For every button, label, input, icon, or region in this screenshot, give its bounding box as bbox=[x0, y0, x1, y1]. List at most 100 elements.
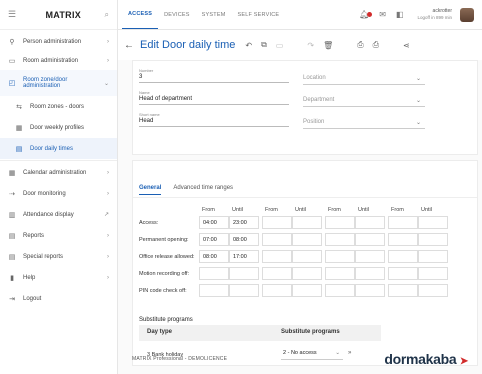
time-cell[interactable]: 04:00 bbox=[199, 216, 229, 229]
time-cell[interactable]: 08:00 bbox=[229, 233, 259, 246]
position-select[interactable]: Position ⌄ bbox=[303, 115, 425, 129]
time-cell[interactable] bbox=[418, 216, 448, 229]
time-cell[interactable] bbox=[292, 216, 322, 229]
sidebar-item-attendance-display[interactable]: ▥ Attendance display ↗ bbox=[0, 204, 117, 225]
number-field[interactable]: Number 3 bbox=[139, 68, 289, 83]
time-cell[interactable] bbox=[355, 250, 385, 263]
chevron-down-icon: ⌄ bbox=[103, 80, 109, 87]
time-cell[interactable] bbox=[388, 216, 418, 229]
sidebar-item-logout[interactable]: ⇥ Logout bbox=[0, 288, 117, 309]
logoff-timer: Logoff in 899 min bbox=[417, 14, 452, 20]
top-bar: ACCESS DEVICES SYSTEM SELF SERVICE 🔔︎ ✉ … bbox=[118, 0, 482, 30]
time-cell[interactable] bbox=[355, 284, 385, 297]
time-cell[interactable] bbox=[199, 284, 229, 297]
share-icon[interactable]: ⋖ bbox=[403, 41, 410, 50]
layout-icon[interactable]: ◧ bbox=[396, 10, 404, 19]
forward-icon[interactable]: ↷ bbox=[307, 41, 314, 50]
tab-general[interactable]: General bbox=[139, 185, 162, 195]
sidebar-item-door-monitoring[interactable]: ⇢ Door monitoring › bbox=[0, 183, 117, 204]
time-cell[interactable]: 08:00 bbox=[199, 250, 229, 263]
delete-icon[interactable]: 🗑︎ bbox=[323, 41, 333, 50]
time-cell[interactable] bbox=[325, 216, 355, 229]
chevron-right-icon: › bbox=[107, 57, 109, 64]
tab-self-service[interactable]: SELF SERVICE bbox=[232, 0, 286, 29]
hamburger-menu-icon[interactable]: ☰ bbox=[8, 9, 22, 20]
search-icon[interactable]: ⌕ bbox=[105, 10, 109, 20]
row-label-office-release: Office release allowed: bbox=[139, 254, 195, 260]
sidebar-item-room-administration[interactable]: ▭ Room administration › bbox=[0, 51, 117, 70]
time-cell[interactable] bbox=[355, 267, 385, 280]
col-from: From bbox=[391, 207, 404, 213]
tab-system[interactable]: SYSTEM bbox=[196, 0, 232, 29]
time-cell[interactable] bbox=[292, 250, 322, 263]
name-field[interactable]: Name Head of department bbox=[139, 90, 289, 105]
sidebar-item-special-reports[interactable]: ▤ Special reports › bbox=[0, 246, 117, 267]
time-cell[interactable]: 17:00 bbox=[229, 250, 259, 263]
sidebar-item-person-administration[interactable]: ⚲ Person administration › bbox=[0, 32, 117, 51]
time-cell[interactable] bbox=[325, 267, 355, 280]
time-cell[interactable] bbox=[418, 267, 448, 280]
field-label: Short name bbox=[139, 112, 160, 117]
avatar[interactable] bbox=[460, 7, 474, 22]
time-cell[interactable]: 23:00 bbox=[229, 216, 259, 229]
time-cell[interactable] bbox=[355, 233, 385, 246]
field-label: Name bbox=[139, 90, 150, 95]
time-cell[interactable] bbox=[418, 233, 448, 246]
time-cell[interactable] bbox=[262, 267, 292, 280]
time-cell[interactable] bbox=[388, 267, 418, 280]
copy-icon[interactable]: ⧉ bbox=[261, 40, 267, 50]
sidebar-item-room-zone-door-administration[interactable]: ◰ Room zone/door administration ⌄ bbox=[0, 70, 117, 96]
time-cell[interactable] bbox=[388, 284, 418, 297]
footer-text: MATRIX Professional - DEMOLICENCE bbox=[132, 356, 228, 362]
time-cell[interactable] bbox=[292, 284, 322, 297]
time-cell[interactable] bbox=[229, 284, 259, 297]
page-title: Edit Door daily time bbox=[140, 39, 236, 51]
door-daily-icon: ▤ bbox=[15, 145, 23, 153]
sidebar-item-label: Door weekly profiles bbox=[30, 124, 85, 131]
time-cell[interactable] bbox=[418, 250, 448, 263]
time-cell[interactable] bbox=[262, 284, 292, 297]
row-label-access: Access: bbox=[139, 220, 159, 226]
divider bbox=[133, 197, 477, 198]
department-select[interactable]: Department ⌄ bbox=[303, 93, 425, 107]
location-select[interactable]: Location ⌄ bbox=[303, 71, 425, 85]
tab-access[interactable]: ACCESS bbox=[122, 0, 159, 29]
print-icon[interactable]: ⎙ bbox=[357, 40, 363, 50]
time-cell[interactable] bbox=[355, 216, 385, 229]
back-arrow-icon[interactable]: ← bbox=[124, 40, 140, 51]
sidebar-item-calendar-administration[interactable]: ▦ Calendar administration › bbox=[0, 162, 117, 183]
chevron-right-icon: › bbox=[107, 190, 109, 197]
tab-advanced-time-ranges[interactable]: Advanced time ranges bbox=[173, 185, 233, 195]
sidebar-item-door-daily-times[interactable]: ▤ Door daily times bbox=[0, 138, 117, 159]
time-cell[interactable]: 07:00 bbox=[199, 233, 229, 246]
sidebar-item-label: Help bbox=[23, 274, 36, 281]
time-cell[interactable] bbox=[262, 250, 292, 263]
bell-icon[interactable]: 🔔︎ bbox=[359, 10, 373, 19]
time-cell[interactable] bbox=[418, 284, 448, 297]
time-cell[interactable] bbox=[262, 216, 292, 229]
time-cell[interactable] bbox=[262, 233, 292, 246]
print-preview-icon[interactable]: ⎙ bbox=[373, 40, 379, 50]
tab-devices[interactable]: DEVICES bbox=[158, 0, 196, 29]
time-cell[interactable] bbox=[325, 284, 355, 297]
sidebar-item-help[interactable]: ▮ Help › bbox=[0, 267, 117, 288]
person-icon: ⚲ bbox=[9, 38, 15, 46]
time-cell[interactable] bbox=[292, 233, 322, 246]
sidebar-item-door-weekly-profiles[interactable]: ▦ Door weekly profiles bbox=[0, 117, 117, 138]
time-cell[interactable] bbox=[292, 267, 322, 280]
sidebar-item-room-zones-doors[interactable]: ⇆ Room zones - doors bbox=[0, 96, 117, 117]
time-cell[interactable] bbox=[199, 267, 229, 280]
short-name-field[interactable]: Short name Head bbox=[139, 112, 289, 127]
brand-title: MATRIX bbox=[45, 9, 82, 20]
sidebar-item-reports[interactable]: ▤ Reports › bbox=[0, 225, 117, 246]
time-cell[interactable] bbox=[325, 233, 355, 246]
time-cell[interactable] bbox=[325, 250, 355, 263]
mail-icon[interactable]: ✉ bbox=[379, 10, 386, 19]
time-cell[interactable] bbox=[388, 233, 418, 246]
time-cell[interactable] bbox=[229, 267, 259, 280]
chevron-right-icon: › bbox=[107, 274, 109, 281]
time-range-tabs: General Advanced time ranges bbox=[139, 185, 233, 195]
save-icon[interactable]: ▭ bbox=[276, 41, 284, 50]
undo-icon[interactable]: ↶ bbox=[245, 41, 252, 50]
time-cell[interactable] bbox=[388, 250, 418, 263]
